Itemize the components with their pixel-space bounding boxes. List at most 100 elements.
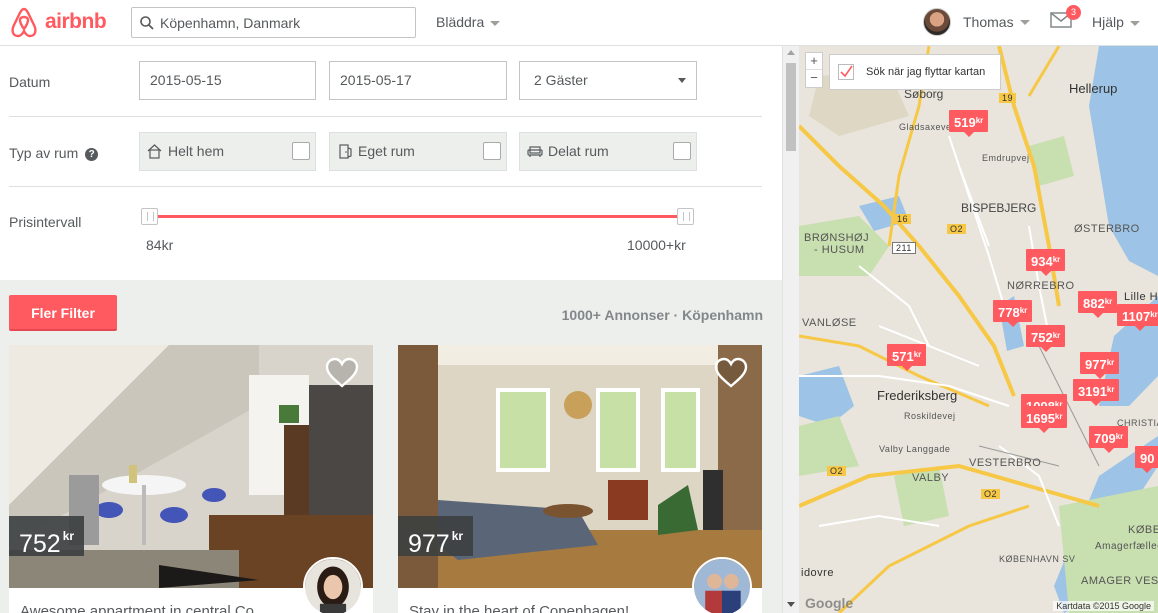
map-price-pin[interactable]: 571kr [887,344,927,371]
room-type-checkbox[interactable] [292,142,310,160]
map-label: Valby Langgade [879,444,951,454]
room-type-label: Eget rum [358,143,415,159]
date-label: Datum [9,74,51,90]
browse-menu[interactable]: Bläddra [436,14,501,30]
host-avatar[interactable] [303,557,363,613]
map-label: VESTERBRO [969,457,1042,469]
road-shield: O2 [981,489,1001,499]
pin-price: 90 [1140,451,1155,466]
help-label: Hjälp [1092,14,1124,30]
pin-unit: kr [913,350,922,359]
search-on-move-label: Sök när jag flyttar kartan [866,66,986,78]
room-type-entire-home[interactable]: Helt hem [139,132,316,171]
pin-unit: kr [1106,385,1115,394]
listing-title[interactable]: Stay in the heart of Copenhagen! [409,603,629,613]
map-price-pin[interactable]: 752kr [1026,325,1066,352]
results-scrollbar[interactable] [782,46,799,613]
price-max-handle[interactable] [677,208,694,225]
map-price-pin[interactable]: 1107kr [1117,304,1158,331]
checkin-input[interactable]: 2015-05-15 [139,61,316,100]
guests-select[interactable]: 2 Gäster [519,61,697,100]
pin-unit: kr [1115,432,1124,441]
guests-value: 2 Gäster [534,72,588,88]
price-slider-track[interactable] [149,215,685,218]
search-value: Köpenhamn, Danmark [160,14,301,31]
pin-price: 709 [1094,431,1116,446]
help-icon[interactable]: ? [85,148,99,161]
price-min-handle[interactable] [141,208,158,225]
search-on-move-toggle[interactable]: Sök när jag flyttar kartan [829,54,1001,90]
scroll-up-icon[interactable] [787,50,795,55]
listing-card[interactable]: 977 kr Stay in the heart of Copenhagen! [398,345,762,613]
top-navigation: airbnb Köpenhamn, Danmark Bläddra Thomas… [0,0,1158,46]
room-type-label: Delat rum [548,143,609,159]
map-attribution[interactable]: Kartdata ©2015 Google [1053,601,1154,611]
room-type-private-room[interactable]: Eget rum [329,132,507,171]
map-price-pin[interactable]: 709kr [1089,426,1129,453]
heart-icon[interactable] [714,357,748,389]
listing-card[interactable]: 752 kr Awesome appartment in central Co..… [9,345,373,613]
map-label: KØBE [1128,524,1158,536]
scroll-down-icon[interactable] [787,602,795,607]
chevron-down-icon [490,20,501,26]
chevron-down-icon [1019,19,1030,25]
scrollbar-thumb[interactable] [786,63,796,151]
road-shield: O2 [827,466,847,476]
more-filters-button[interactable]: Fler Filter [9,295,117,331]
map-label: BRØNSHØJ [804,232,870,244]
price-max-label: 10000+kr [627,237,686,253]
pin-price: 882 [1083,296,1105,311]
airbnb-logo[interactable]: airbnb [9,5,107,39]
map-price-pin[interactable]: 90 [1135,446,1158,473]
map-price-pin[interactable]: 778kr [993,300,1033,327]
room-type-checkbox[interactable] [673,142,691,160]
map-label: Emdrupvej [982,153,1030,163]
room-type-checkbox[interactable] [483,142,501,160]
pin-price: 934 [1031,254,1053,269]
room-type-label: Helt hem [168,143,225,159]
zoom-out-button[interactable]: − [806,70,822,86]
map-price-pin[interactable]: 977kr [1080,352,1120,379]
checkout-input[interactable]: 2015-05-17 [329,61,507,100]
map-price-pin[interactable]: 934kr [1026,249,1066,276]
checkmark-icon [840,65,853,78]
host-avatar[interactable] [692,557,752,613]
user-name: Thomas [963,14,1014,30]
heart-icon[interactable] [325,357,359,389]
search-on-move-checkbox[interactable] [838,64,854,80]
pin-price: 1107 [1122,309,1151,324]
map-price-pin[interactable]: 3191kr [1073,379,1120,406]
map-label: ØSTERBRO [1074,223,1140,235]
map-price-pin[interactable]: 882kr [1078,291,1118,318]
search-icon [140,15,154,30]
chevron-down-icon [678,78,686,83]
search-results-panel: Datum 2015-05-15 2015-05-17 2 Gäster Typ… [0,46,782,613]
messages-badge: 3 [1066,5,1081,20]
room-type-shared-room[interactable]: Delat rum [519,132,697,171]
map-price-pin[interactable]: 1695kr [1021,406,1068,433]
map-label: Frederiksberg [877,388,958,403]
price-range-label: Prisintervall [9,214,82,230]
help-menu[interactable]: Hjälp [1092,14,1140,30]
pin-unit: kr [1054,412,1063,421]
road-shield: 16 [894,214,912,224]
location-search-input[interactable]: Köpenhamn, Danmark [131,7,416,38]
road-shield: 19 [999,93,1017,103]
avatar [923,8,951,36]
map-label: Gladsaxevej [899,122,955,132]
map-price-pin[interactable]: 519kr [949,110,989,137]
user-menu[interactable]: Thomas [923,8,1030,36]
map[interactable]: 19 16 211 O2 O2 O2 Søborg Hellerup Glads… [799,46,1158,613]
zoom-in-button[interactable]: + [806,53,822,70]
pin-unit: kr [1052,255,1061,264]
listing-price-currency: kr [62,529,75,543]
couch-icon [527,146,543,157]
map-label: VALBY [912,472,950,484]
listing-title[interactable]: Awesome appartment in central Co... [20,603,267,613]
listing-price-value: 977 [408,530,450,558]
pin-price: 778 [998,305,1020,320]
map-label: Roskildevej [904,411,956,421]
map-label: VANLØSE [802,317,857,329]
road-shield: O2 [947,224,967,234]
pin-price: 3191 [1078,384,1107,399]
